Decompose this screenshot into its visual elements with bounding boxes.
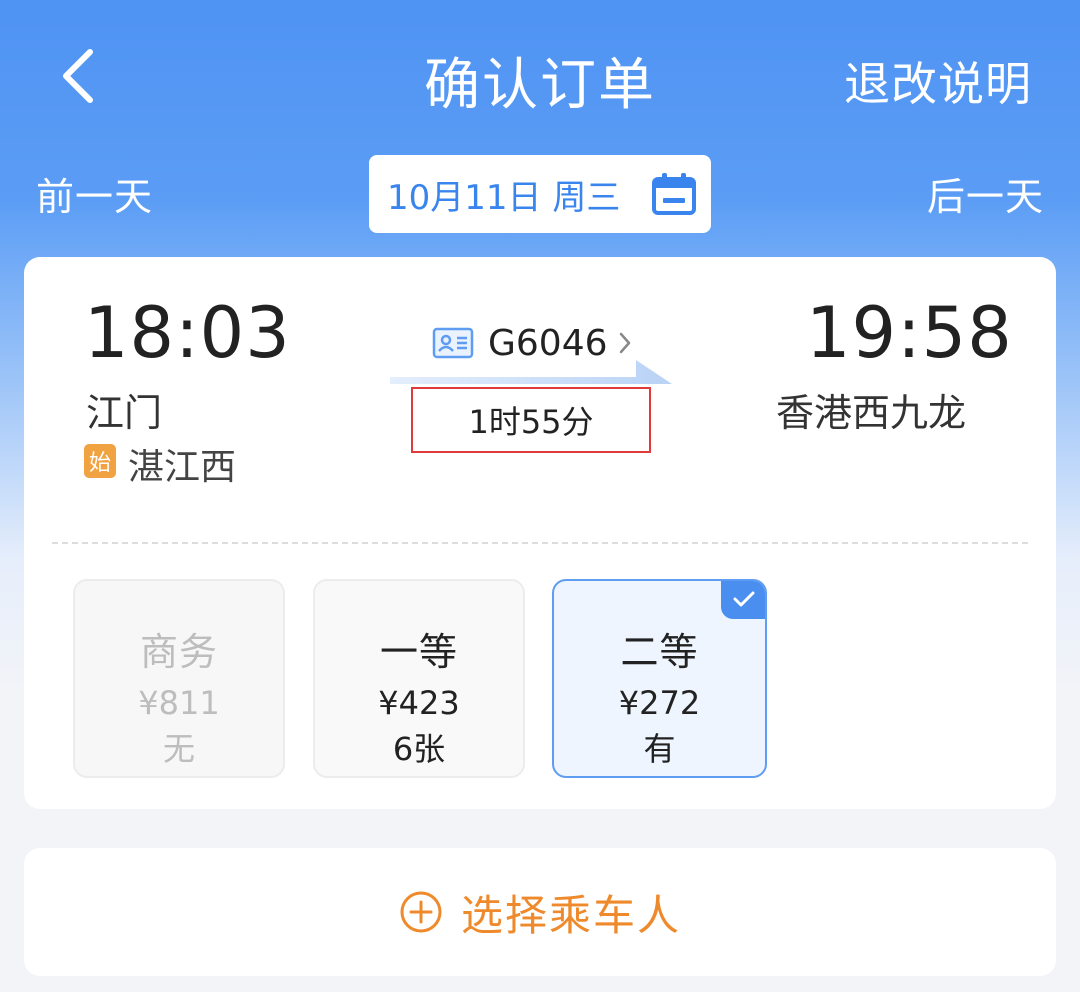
seat-availability: 6张 [392,730,446,768]
select-passenger-label: 选择乘车人 [460,890,681,940]
prev-day-button[interactable]: 前一天 [36,166,153,221]
date-picker[interactable]: 10月11日 周三 [369,155,711,233]
id-card-icon [432,327,474,359]
seat-price: ¥272 [618,684,701,722]
seat-option-business[interactable]: 商务 ¥811 无 [73,579,285,778]
seat-availability: 无 [162,730,195,768]
next-day-button[interactable]: 后一天 [927,166,1044,221]
travel-duration: 1时55分 [411,387,651,453]
departure-station: 江门 [86,391,163,435]
seat-option-first-class[interactable]: 一等 ¥423 6张 [313,579,525,778]
departure-time: 18:03 [84,292,291,374]
date-text: 10月11日 周三 [387,177,621,218]
divider [52,542,1028,544]
checkmark-icon [721,581,765,619]
origin-badge: 始 [84,444,116,478]
seat-class-name: 一等 [379,630,458,674]
refund-rules-link[interactable]: 退改说明 [844,48,1032,114]
seat-class-name: 商务 [139,630,218,674]
seat-class-name: 二等 [620,630,699,674]
seat-option-second-class[interactable]: 二等 ¥272 有 [552,579,767,778]
calendar-icon [652,173,696,215]
direction-arrow [390,360,672,384]
plus-circle-icon [400,891,442,933]
arrival-station: 香港西九龙 [776,391,967,435]
select-passenger-button[interactable]: 选择乘车人 [24,848,1056,976]
chevron-right-icon [618,331,632,355]
arrival-time: 19:58 [806,292,1013,374]
seat-availability: 有 [643,730,676,768]
seat-price: ¥811 [138,684,220,722]
origin-station: 湛江西 [128,447,237,488]
seat-price: ¥423 [378,684,460,722]
